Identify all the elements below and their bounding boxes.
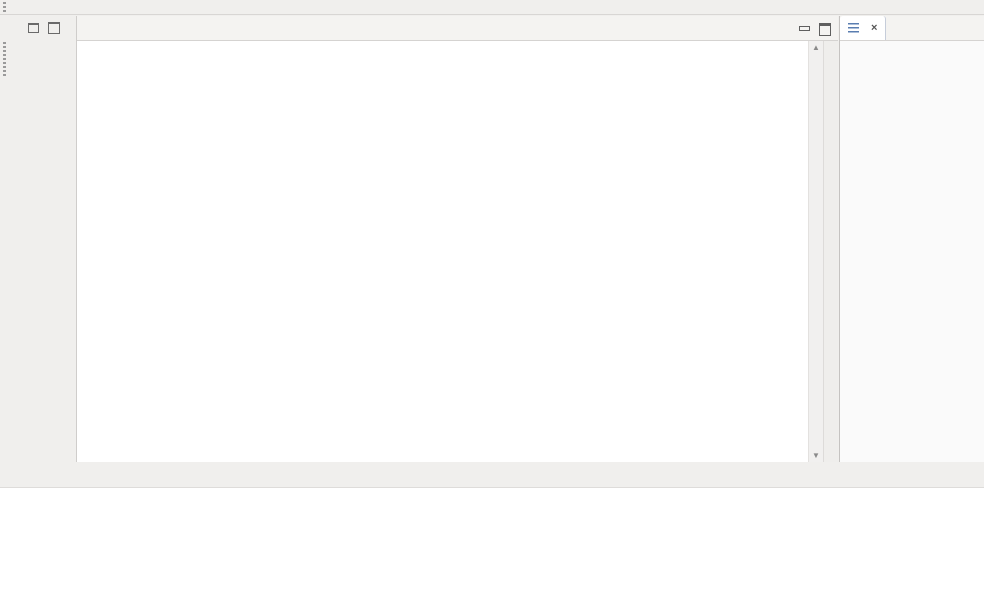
editor-content: ▲ ▼: [77, 41, 838, 462]
minimize-icon[interactable]: [799, 23, 810, 33]
maximize-view-button[interactable]: [48, 21, 61, 34]
outline-tree: [840, 61, 984, 65]
restore-view-button[interactable]: [27, 21, 39, 33]
console-output[interactable]: [0, 505, 984, 508]
bottom-tab-bar: [0, 462, 984, 488]
editor-vertical-scrollbar[interactable]: ▲ ▼: [808, 41, 823, 462]
scroll-up-icon[interactable]: ▲: [809, 41, 823, 54]
maximize-icon[interactable]: [819, 23, 831, 36]
main-toolbar: [0, 0, 984, 15]
outline-toolbar: [840, 41, 984, 61]
overview-ruler[interactable]: [823, 41, 838, 462]
code-area[interactable]: [77, 43, 808, 462]
scroll-down-icon[interactable]: ▼: [809, 449, 823, 462]
toolbar-drag-handle[interactable]: [3, 2, 6, 14]
tab-outline[interactable]: ×: [840, 16, 887, 40]
outline-icon: [848, 22, 859, 34]
console-status-line: [0, 488, 984, 505]
console-toolbar: [978, 462, 984, 487]
eclipse-workbench: ▲ ▼ ×: [0, 0, 984, 615]
editor-tab-bar: [77, 16, 838, 41]
outline-view: ×: [839, 16, 984, 462]
minimized-view-bar: [0, 16, 76, 462]
console-view-area: [0, 462, 984, 615]
outline-tab-bar: ×: [840, 16, 984, 41]
editor-area: ▲ ▼: [76, 16, 838, 462]
view-bar-drag-handle[interactable]: [3, 42, 6, 76]
close-outline-icon[interactable]: ×: [871, 22, 877, 34]
editor-window-buttons: [799, 16, 838, 40]
